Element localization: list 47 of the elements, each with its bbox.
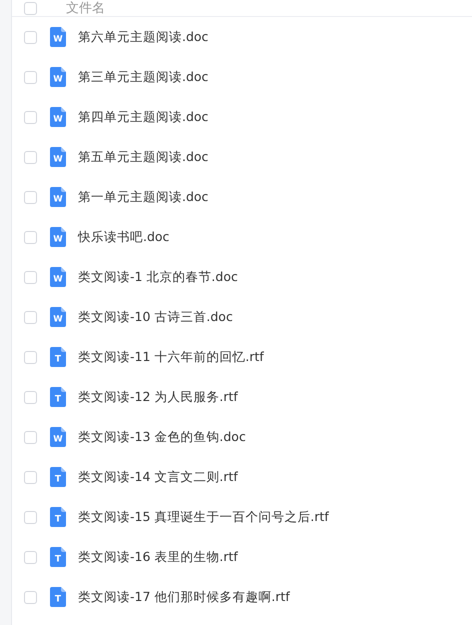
file-name[interactable]: 类文阅读-13 金色的鱼钩.doc [78, 428, 246, 446]
row-checkbox[interactable] [24, 550, 37, 564]
row-checkbox[interactable] [24, 230, 37, 244]
file-name[interactable]: 第五单元主题阅读.doc [78, 148, 208, 166]
file-name[interactable]: 第六单元主题阅读.doc [78, 28, 208, 46]
row-checkbox[interactable] [24, 70, 37, 84]
file-name[interactable]: 快乐读书吧.doc [78, 228, 170, 246]
word-file-icon: W [50, 67, 66, 87]
text-file-icon: T [50, 467, 66, 487]
text-file-icon: T [50, 387, 66, 407]
row-checkbox[interactable] [24, 270, 37, 284]
row-checkbox[interactable] [24, 470, 37, 484]
file-name[interactable]: 类文阅读-17 他们那时候多有趣啊.rtf [78, 588, 290, 606]
row-checkbox[interactable] [24, 390, 37, 404]
file-name[interactable]: 第三单元主题阅读.doc [78, 68, 208, 86]
word-file-icon: W [50, 307, 66, 327]
file-name[interactable]: 类文阅读-15 真理诞生于一百个问号之后.rtf [78, 508, 329, 526]
file-name[interactable]: 类文阅读-16 表里的生物.rtf [78, 548, 238, 566]
word-file-icon: W [50, 187, 66, 207]
row-checkbox[interactable] [24, 350, 37, 364]
row-checkbox[interactable] [24, 110, 37, 124]
row-checkbox[interactable] [24, 150, 37, 164]
row-checkbox[interactable] [24, 590, 37, 604]
select-all-checkbox[interactable] [24, 2, 37, 14]
file-name[interactable]: 类文阅读-11 十六年前的回忆.rtf [78, 348, 264, 366]
word-file-icon: W [50, 427, 66, 447]
row-checkbox[interactable] [24, 30, 37, 44]
word-file-icon: W [50, 267, 66, 287]
row-checkbox[interactable] [24, 310, 37, 324]
file-name[interactable]: 类文阅读-12 为人民服务.rtf [78, 388, 238, 406]
file-name[interactable]: 类文阅读-14 文言文二则.rtf [78, 468, 238, 486]
text-file-icon: T [50, 587, 66, 607]
file-name[interactable]: 第一单元主题阅读.doc [78, 188, 208, 206]
file-name[interactable]: 第四单元主题阅读.doc [78, 108, 208, 126]
text-file-icon: T [50, 507, 66, 527]
row-checkbox[interactable] [24, 190, 37, 204]
text-file-icon: T [50, 547, 66, 567]
word-file-icon: W [50, 107, 66, 127]
text-file-icon: T [50, 347, 66, 367]
column-header: 文件名 [66, 0, 105, 17]
word-file-icon: W [50, 27, 66, 47]
file-name[interactable]: 类文阅读-1 北京的春节.doc [78, 268, 238, 286]
row-checkbox[interactable] [24, 510, 37, 524]
row-checkbox[interactable] [24, 430, 37, 444]
file-name[interactable]: 类文阅读-10 古诗三首.doc [78, 308, 233, 326]
word-file-icon: W [50, 147, 66, 167]
word-file-icon: W [50, 227, 66, 247]
